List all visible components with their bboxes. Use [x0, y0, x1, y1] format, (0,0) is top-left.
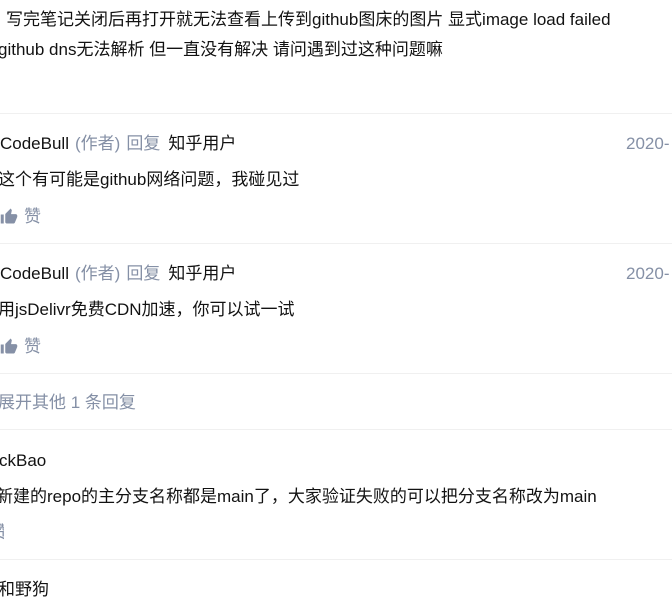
reply-date: 2020- — [626, 134, 670, 153]
reply-date: 2020- — [626, 264, 670, 283]
divider — [0, 243, 672, 244]
author-tag: (作者) — [75, 264, 121, 283]
like-button[interactable]: 赞 — [0, 521, 4, 545]
thumbs-up-icon — [0, 208, 18, 224]
like-label: 赞 — [24, 337, 41, 356]
like-button[interactable]: 赞 — [0, 205, 41, 229]
reply-author[interactable]: CodeBull — [0, 264, 69, 283]
comment-author[interactable]: 和野狗 — [0, 578, 49, 602]
reply-header: CodeBull (作者) 回复 知乎用户 2020- — [0, 132, 672, 156]
reply-target-user[interactable]: 知乎用户 — [168, 264, 236, 283]
reply-author[interactable]: CodeBull — [0, 134, 69, 153]
reply-content: 用jsDelivr免费CDN加速，你可以试一试 — [0, 300, 295, 319]
divider — [0, 113, 672, 114]
like-label: 赞 — [24, 207, 41, 226]
divider — [0, 429, 672, 430]
comment-text-line-2: github dns无法解析 但一直没有解决 请问遇到过这种问题嘛 — [0, 40, 443, 59]
like-button[interactable]: 赞 — [0, 335, 41, 359]
thumbs-up-icon — [0, 338, 18, 354]
comment-author[interactable]: ckBao — [0, 449, 46, 473]
divider — [0, 373, 672, 374]
reply-header: CodeBull (作者) 回复 知乎用户 2020- — [0, 262, 672, 286]
comment-text-line-1: 写完笔记关闭后再打开就无法查看上传到github图床的图片 显式image lo… — [6, 10, 611, 29]
divider — [0, 559, 672, 560]
reply-label: 回复 — [126, 264, 161, 283]
reply-content: 这个有可能是github网络问题，我碰见过 — [0, 170, 300, 189]
expand-replies-button[interactable]: 展开其他 1 条回复 — [0, 391, 136, 415]
comment-thread: 写完笔记关闭后再打开就无法查看上传到github图床的图片 显式image lo… — [0, 0, 672, 613]
reply-target-user[interactable]: 知乎用户 — [168, 134, 236, 153]
reply-label: 回复 — [126, 134, 161, 153]
like-label: 赞 — [0, 523, 4, 542]
comment-content: 新建的repo的主分支名称都是main了，大家验证失败的可以把分支名称改为mai… — [0, 487, 597, 506]
author-tag: (作者) — [75, 134, 121, 153]
